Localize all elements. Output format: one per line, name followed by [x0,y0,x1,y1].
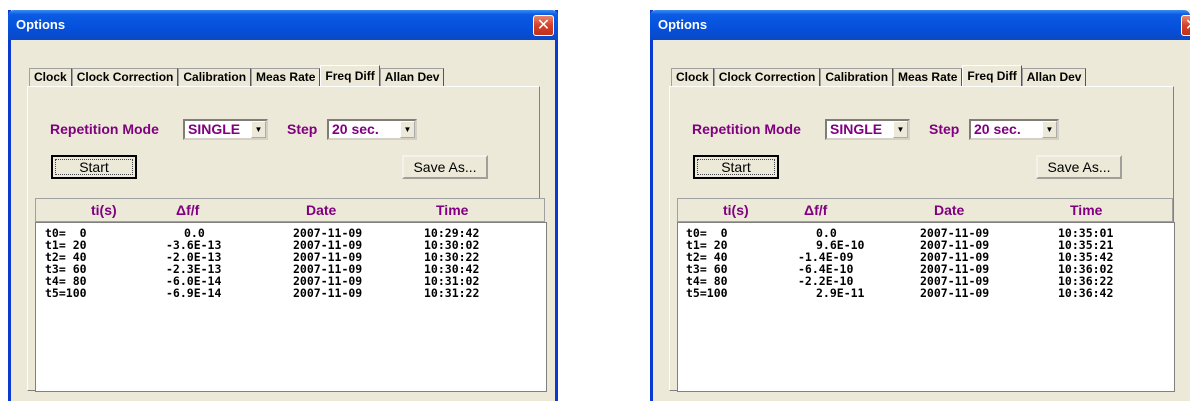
title-bar[interactable]: Options ✕ [650,10,1190,40]
column-header-time: Time [1070,202,1103,218]
column-header-time: Time [436,202,469,218]
repetition-mode-value: SINGLE [830,121,883,137]
step-value: 20 sec. [332,121,379,137]
tab-allan-dev[interactable]: Allan Dev [1021,68,1087,86]
repetition-mode-label: Repetition Mode [50,121,159,137]
close-icon[interactable]: ✕ [1181,15,1190,36]
list-item: t5=100 2.9E-11 2007-11-09 10:36:42 [686,286,1114,300]
options-dialog-right: Options ✕ Clock Clock Correction Calibra… [650,10,1190,401]
column-header-date: Date [934,202,965,218]
tab-freq-diff[interactable]: Freq Diff [320,65,380,86]
dialog-title: Options [16,17,66,32]
start-button[interactable]: Start [51,155,137,179]
dialog-title: Options [658,17,708,32]
repetition-mode-select[interactable]: SINGLE ▼ [183,119,268,140]
save-as-button[interactable]: Save As... [1036,155,1122,179]
tab-clock[interactable]: Clock [671,68,714,86]
tab-calibration[interactable]: Calibration [178,68,252,86]
save-as-button[interactable]: Save As... [402,155,488,179]
results-list[interactable]: t0= 0 0.0 2007-11-09 10:35:01 t1= 20 9.6E-10… [677,222,1175,392]
tab-meas-rate[interactable]: Meas Rate [251,68,321,86]
repetition-mode-select[interactable]: SINGLE ▼ [825,119,910,140]
column-header-date: Date [306,202,337,218]
column-header-ti: ti(s) [723,202,749,218]
step-value: 20 sec. [974,121,1021,137]
step-label: Step [929,121,960,137]
options-dialog-left: Options ✕ Clock Clock Correction Calibra… [8,10,558,401]
tab-clock-correction[interactable]: Clock Correction [71,68,179,86]
list-header: ti(s) Δf/f Date Time [677,198,1173,222]
tab-strip: Clock Clock Correction Calibration Meas … [29,65,445,86]
repetition-mode-value: SINGLE [188,121,241,137]
tab-allan-dev[interactable]: Allan Dev [379,68,445,86]
tab-freq-diff[interactable]: Freq Diff [962,65,1022,86]
tab-clock[interactable]: Clock [29,68,72,86]
step-select[interactable]: 20 sec. ▼ [327,119,417,140]
dropdown-arrow-icon[interactable]: ▼ [893,121,908,138]
dropdown-arrow-icon[interactable]: ▼ [1042,121,1057,138]
freq-diff-panel: Repetition Mode SINGLE ▼ Step 20 sec. ▼ … [27,86,547,392]
step-select[interactable]: 20 sec. ▼ [969,119,1059,140]
results-list[interactable]: t0= 0 0.0 2007-11-09 10:29:42 t1= 20 -3.6E-1… [35,222,547,392]
list-item: t5=100 -6.9E-14 2007-11-09 10:31:22 [45,286,480,300]
column-header-ti: ti(s) [91,202,117,218]
dropdown-arrow-icon[interactable]: ▼ [251,121,266,138]
step-label: Step [287,121,318,137]
column-header-delta-f: Δf/f [804,202,828,218]
freq-diff-panel: Repetition Mode SINGLE ▼ Step 20 sec. ▼ … [669,86,1175,392]
repetition-mode-label: Repetition Mode [692,121,801,137]
close-icon[interactable]: ✕ [533,15,554,36]
start-button[interactable]: Start [693,155,779,179]
tab-strip: Clock Clock Correction Calibration Meas … [671,65,1087,86]
column-header-delta-f: Δf/f [176,202,200,218]
tab-meas-rate[interactable]: Meas Rate [893,68,963,86]
list-header: ti(s) Δf/f Date Time [35,198,545,222]
title-bar[interactable]: Options ✕ [8,10,558,40]
tab-clock-correction[interactable]: Clock Correction [713,68,821,86]
dropdown-arrow-icon[interactable]: ▼ [400,121,415,138]
tab-calibration[interactable]: Calibration [820,68,894,86]
